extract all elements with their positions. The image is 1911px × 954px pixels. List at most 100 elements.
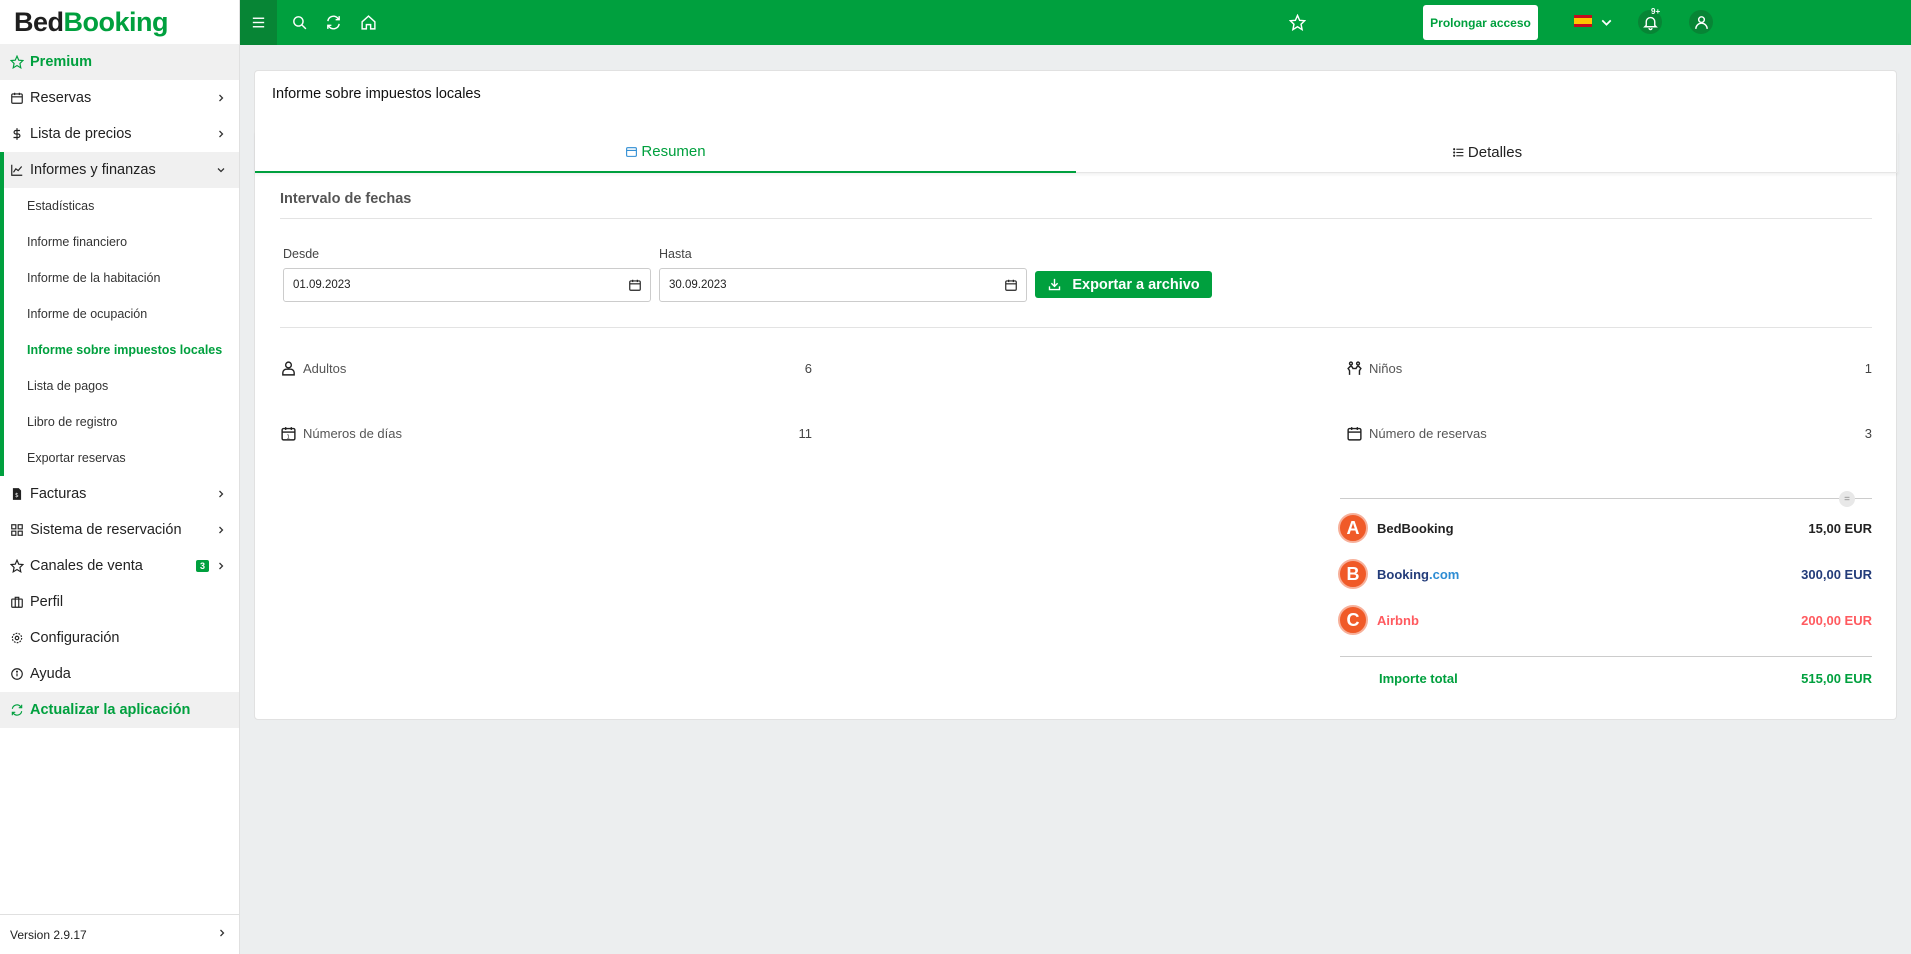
brand-logo-part1: Bed xyxy=(14,6,64,37)
sidebar-subitem-statistics[interactable]: Estadísticas xyxy=(4,188,239,224)
refresh-icon xyxy=(10,703,24,717)
refresh-icon[interactable] xyxy=(324,13,342,31)
source-name: BedBooking xyxy=(1377,520,1454,536)
sidebar-item-label: Actualizar la aplicación xyxy=(30,702,191,718)
dollar-icon xyxy=(10,127,24,141)
sidebar-subitem-financial[interactable]: Informe financiero xyxy=(4,224,239,260)
export-button-label: Exportar a archivo xyxy=(1072,276,1200,293)
stat-adults-label: Adultos xyxy=(303,360,347,376)
info-icon xyxy=(10,667,24,681)
sidebar-item-settings[interactable]: Configuración xyxy=(0,620,239,656)
sidebar-item-booking-system[interactable]: Sistema de reservación xyxy=(0,512,239,548)
bedbooking-logo-icon: A xyxy=(1338,513,1368,543)
version-label: Version 2.9.17 xyxy=(10,927,87,942)
search-icon[interactable] xyxy=(290,13,308,31)
sidebar-item-premium[interactable]: Premium xyxy=(0,44,239,80)
report-tabs: Resumen Detalles xyxy=(255,131,1898,173)
sidebar-item-label: Informes y finanzas xyxy=(30,162,156,178)
brand-logo[interactable]: Bed Booking xyxy=(0,0,239,44)
sidebar-subitem-occupancy[interactable]: Informe de ocupación xyxy=(4,296,239,332)
chevron-right-icon xyxy=(216,927,228,942)
sidebar-item-prices[interactable]: Lista de precios xyxy=(0,116,239,152)
source-name: Airbnb xyxy=(1377,612,1419,628)
stat-children-value: 1 xyxy=(1864,361,1872,376)
source-row-booking: B Booking.com 300,00 EUR xyxy=(1338,559,1872,589)
source-row-bedbooking: A BedBooking 15,00 EUR xyxy=(1338,513,1872,543)
sidebar-item-profile[interactable]: Perfil xyxy=(0,584,239,620)
from-label: Desde xyxy=(283,247,320,261)
total-divider xyxy=(1340,656,1872,657)
sidebar-item-invoices[interactable]: $ Facturas xyxy=(0,476,239,512)
star-icon xyxy=(10,55,24,69)
sidebar-item-label: Premium xyxy=(30,54,93,70)
total-label: Importe total xyxy=(1379,671,1458,686)
divider xyxy=(280,327,1872,328)
calendar-day-icon: 1 xyxy=(281,426,296,441)
sidebar-subitem-local-taxes[interactable]: Informe sobre impuestos locales xyxy=(4,332,239,368)
total-amount: 515,00 EUR xyxy=(1801,671,1872,686)
sidebar-subitem-export[interactable]: Exportar reservas xyxy=(4,440,239,476)
chevron-right-icon xyxy=(215,92,227,104)
briefcase-icon xyxy=(10,595,24,609)
sidebar-item-update-app[interactable]: Actualizar la aplicación xyxy=(0,692,239,728)
stat-reservations: Número de reservas xyxy=(1346,423,1487,443)
divider xyxy=(280,218,1872,219)
topbar: Prolongar acceso 9+ xyxy=(240,0,1911,45)
sidebar-item-label: Ayuda xyxy=(30,666,71,682)
notifications-count-badge: 9+ xyxy=(1651,7,1661,16)
hamburger-menu-button[interactable] xyxy=(240,0,277,45)
page-title: Informe sobre impuestos locales xyxy=(272,86,481,102)
prolong-access-button[interactable]: Prolongar acceso xyxy=(1423,5,1538,40)
sidebar-item-label: Perfil xyxy=(30,594,64,610)
tab-details-label: Detalles xyxy=(1467,143,1523,161)
source-amount: 300,00 EUR xyxy=(1801,566,1872,582)
sidebar-item-reports[interactable]: Informes y finanzas xyxy=(0,152,239,188)
children-icon xyxy=(1347,360,1362,375)
to-date-input[interactable]: 30.09.2023 xyxy=(659,268,1027,302)
source-name-main: Booking xyxy=(1377,566,1429,582)
calendar-icon xyxy=(626,146,638,157)
airbnb-logo-icon: C xyxy=(1338,605,1368,635)
version-row[interactable]: Version 2.9.17 xyxy=(0,914,240,954)
source-name: Booking.com xyxy=(1377,567,1801,582)
source-row-airbnb: C Airbnb 200,00 EUR xyxy=(1338,605,1872,635)
favorite-star-icon[interactable] xyxy=(1288,13,1306,31)
sidebar-item-channels[interactable]: Canales de venta 3 xyxy=(0,548,239,584)
chevron-down-icon[interactable] xyxy=(1598,14,1612,28)
home-icon[interactable] xyxy=(359,13,377,31)
tab-details[interactable]: Detalles xyxy=(1076,131,1898,173)
equals-handle-icon[interactable]: = xyxy=(1839,491,1855,507)
source-amount: 200,00 EUR xyxy=(1801,612,1872,628)
channels-count-badge: 3 xyxy=(195,560,209,572)
star-icon xyxy=(10,559,24,573)
brand-logo-part2: Booking xyxy=(63,6,169,37)
sidebar-item-label: Facturas xyxy=(30,486,87,502)
from-date-input[interactable]: 01.09.2023 xyxy=(283,268,651,302)
sidebar-subitem-payments[interactable]: Lista de pagos xyxy=(4,368,239,404)
calendar-icon xyxy=(1347,426,1362,441)
from-date-value: 01.09.2023 xyxy=(293,279,351,291)
sidebar-item-label: Canales de venta xyxy=(30,558,143,574)
sidebar-item-reservas[interactable]: Reservas xyxy=(0,80,239,116)
stat-reservations-label: Número de reservas xyxy=(1369,425,1487,441)
tab-summary[interactable]: Resumen xyxy=(255,131,1076,173)
sidebar-subitem-room[interactable]: Informe de la habitación xyxy=(4,260,239,296)
stat-children: Niños xyxy=(1346,358,1402,378)
sidebar-item-label: Configuración xyxy=(30,630,120,646)
sidebar-item-label: Lista de precios xyxy=(30,126,132,142)
sidebar-item-label: Reservas xyxy=(30,90,92,106)
sidebar-subitem-register[interactable]: Libro de registro xyxy=(4,404,239,440)
list-icon xyxy=(1452,147,1464,157)
grid-icon xyxy=(10,523,24,537)
export-to-file-button[interactable]: Exportar a archivo xyxy=(1035,271,1212,298)
source-name-suffix: .com xyxy=(1429,566,1460,582)
booking-logo-icon: B xyxy=(1338,559,1368,589)
sidebar-item-help[interactable]: Ayuda xyxy=(0,656,239,692)
spain-flag-icon[interactable] xyxy=(1574,15,1592,27)
chevron-down-icon xyxy=(215,164,227,176)
source-amount: 15,00 EUR xyxy=(1808,520,1872,536)
to-label: Hasta xyxy=(659,247,692,261)
report-card: Informe sobre impuestos locales Resumen … xyxy=(254,70,1898,720)
date-range-title: Intervalo de fechas xyxy=(280,191,412,207)
user-avatar-icon[interactable] xyxy=(1689,10,1713,34)
